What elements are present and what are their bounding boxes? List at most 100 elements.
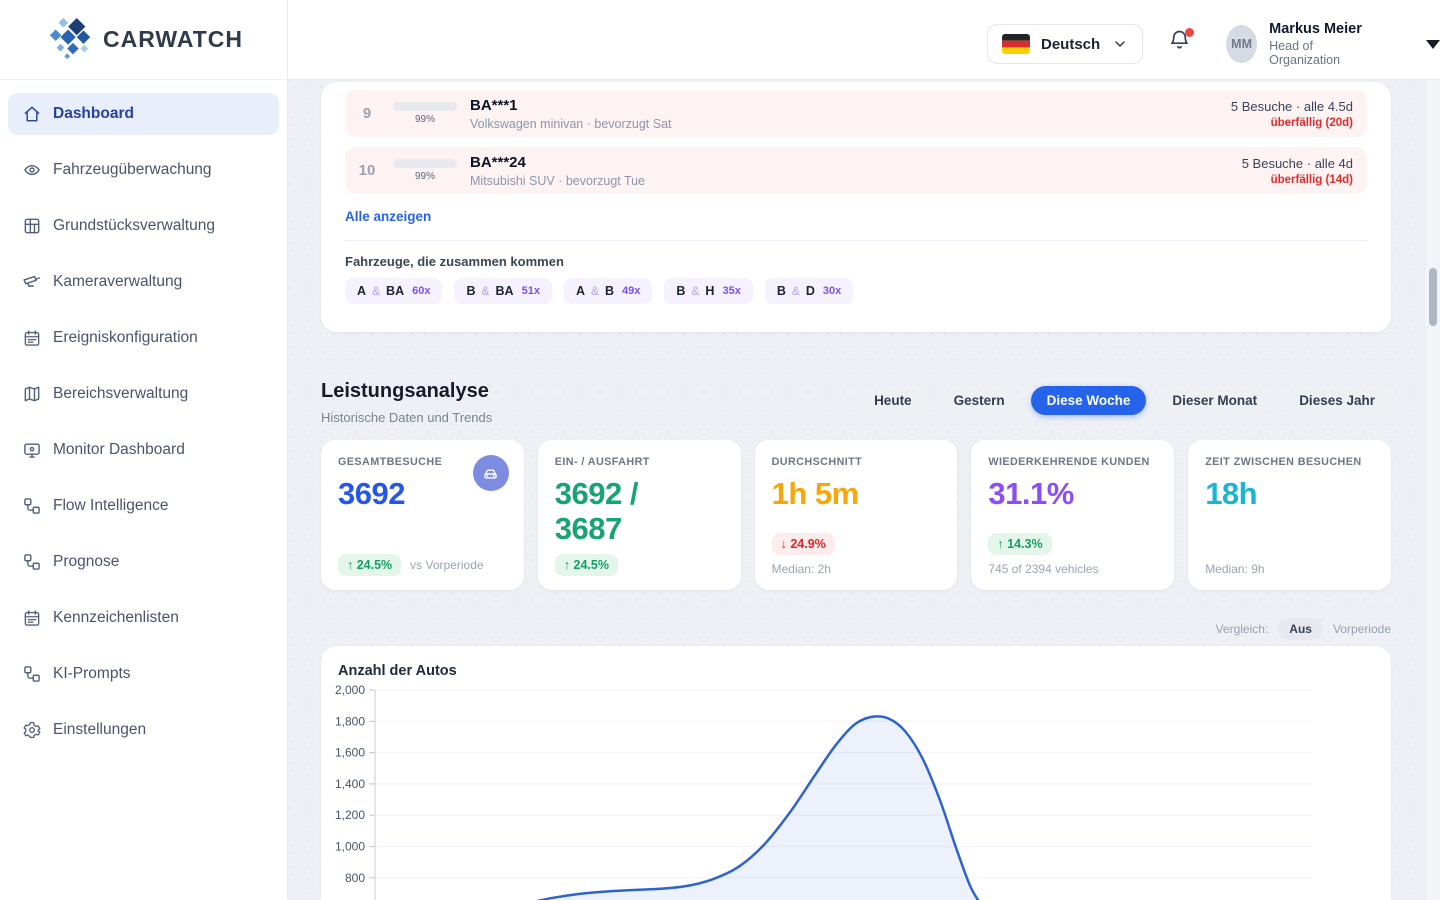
svg-text:1,600: 1,600 <box>335 746 365 760</box>
visit-frequency: 5 Besuche · alle 4d <box>1242 156 1353 171</box>
pair-left: B <box>466 284 475 298</box>
pair-count: 35x <box>722 285 740 297</box>
eye-icon <box>22 160 42 180</box>
tab-heute[interactable]: Heute <box>858 386 928 415</box>
sidebar-nav: Dashboard Fahrzeugüberwachung Grundstück… <box>0 80 287 751</box>
ampersand: & <box>372 284 380 298</box>
brand-logo: CARWATCH <box>0 0 287 80</box>
ampersand: & <box>591 284 599 298</box>
notifications-button[interactable] <box>1168 29 1194 55</box>
compare-label: Vergleich: <box>1216 622 1269 636</box>
user-name: Markus Meier <box>1269 21 1366 37</box>
kpi-footnote: Median: 9h <box>1205 562 1374 576</box>
sidebar-item-bereichsverwaltung[interactable]: Bereichsverwaltung <box>8 373 279 415</box>
sidebar-item-ereigniskonfiguration[interactable]: Ereigniskonfiguration <box>8 317 279 359</box>
sidebar-item-grundst-cksverwaltung[interactable]: Grundstücksverwaltung <box>8 205 279 247</box>
user-menu[interactable]: MM Markus Meier Head of Organization <box>1226 21 1440 67</box>
svg-text:1,000: 1,000 <box>335 840 365 854</box>
visit-frequency: 5 Besuche · alle 4.5d <box>1231 99 1353 114</box>
vehicle-pair-chip[interactable]: B & BA 51x <box>454 278 551 304</box>
vehicle-pair-chip[interactable]: B & D 30x <box>765 278 853 304</box>
kpi-delta: ↑ 14.3% <box>988 533 1051 555</box>
confidence-bar <box>393 102 457 111</box>
monitor-icon <box>22 440 42 460</box>
cctv-icon <box>22 272 42 292</box>
chart-title: Anzahl der Autos <box>338 663 1374 679</box>
sidebar-item-label: Prognose <box>53 553 119 571</box>
sidebar-item-label: Einstellungen <box>53 721 146 739</box>
home-icon <box>22 104 42 124</box>
kpi-value: 1h 5m <box>772 477 941 512</box>
sidebar-item-prognose[interactable]: Prognose <box>8 541 279 583</box>
sidebar-item-kennzeichenlisten[interactable]: Kennzeichenlisten <box>8 597 279 639</box>
pair-count: 60x <box>412 285 430 297</box>
sidebar-item-fahrzeug-berwachung[interactable]: Fahrzeugüberwachung <box>8 149 279 191</box>
page-title: Leistungsanalyse <box>321 380 492 403</box>
sidebar-item-label: Grundstücksverwaltung <box>53 217 215 235</box>
kpi-label: DURCHSCHNITT <box>772 456 941 468</box>
carwatch-logo-icon <box>48 17 94 63</box>
kpi-value: 3692 / 3687 <box>555 477 703 546</box>
tab-dieser-monat[interactable]: Dieser Monat <box>1156 386 1273 415</box>
svg-text:2,000: 2,000 <box>335 683 365 697</box>
compare-toggle[interactable]: Aus <box>1278 618 1323 640</box>
sidebar-item-kameraverwaltung[interactable]: Kameraverwaltung <box>8 261 279 303</box>
sidebar-item-label: Bereichsverwaltung <box>53 385 188 403</box>
vehicle-row[interactable]: 9 99% BA***1 Volkswagen minivan · bevorz… <box>345 90 1367 137</box>
svg-text:1,400: 1,400 <box>335 777 365 791</box>
brand-name: CARWATCH <box>103 26 243 53</box>
row-rank: 10 <box>353 162 381 179</box>
sidebar-item-dashboard[interactable]: Dashboard <box>8 93 279 135</box>
sidebar-item-flow-intelligence[interactable]: Flow Intelligence <box>8 485 279 527</box>
vehicle-row[interactable]: 10 99% BA***24 Mitsubishi SUV · bevorzug… <box>345 147 1367 194</box>
visitors-chart-card: Anzahl der Autos 2,0001,8001,6001,4001,2… <box>321 646 1391 900</box>
sidebar-item-label: Fahrzeugüberwachung <box>53 161 212 179</box>
row-rank: 9 <box>353 105 381 122</box>
vehicle-pairs: A & BA 60x B & BA 51x A & B 49x B & H 35… <box>345 278 1367 304</box>
kpi-label: EIN- / AUSFAHRT <box>555 456 724 468</box>
confidence-bar <box>393 159 457 168</box>
main-content: 9 99% BA***1 Volkswagen minivan · bevorz… <box>288 80 1424 900</box>
pair-right: BA <box>386 284 404 298</box>
vertical-scrollbar <box>1424 80 1440 900</box>
tab-dieses-jahr[interactable]: Dieses Jahr <box>1283 386 1391 415</box>
analysis-header: Leistungsanalyse Historische Daten und T… <box>321 380 492 425</box>
top-header: Deutsch MM Markus Meier Head of Organiza… <box>288 0 1440 80</box>
tab-gestern[interactable]: Gestern <box>938 386 1021 415</box>
together-title: Fahrzeuge, die zusammen kommen <box>345 254 1367 269</box>
compare-option: Vorperiode <box>1333 622 1391 636</box>
language-label: Deutsch <box>1041 36 1100 53</box>
sidebar: CARWATCH Dashboard Fahrzeugüberwachung G… <box>0 0 288 900</box>
sidebar-item-ki-prompts[interactable]: KI-Prompts <box>8 653 279 695</box>
scrollbar-thumb[interactable] <box>1429 268 1437 326</box>
flow-icon <box>22 552 42 572</box>
language-selector[interactable]: Deutsch <box>987 24 1143 64</box>
tab-diese-woche[interactable]: Diese Woche <box>1031 386 1147 415</box>
sidebar-item-label: Kennzeichenlisten <box>53 609 179 627</box>
gear-icon <box>22 720 42 740</box>
pair-left: B <box>676 284 685 298</box>
sidebar-item-monitor-dashboard[interactable]: Monitor Dashboard <box>8 429 279 471</box>
svg-text:1,800: 1,800 <box>335 714 365 728</box>
vehicle-description: Mitsubishi SUV · bevorzugt Tue <box>470 174 645 188</box>
top-visitors-panel: 9 99% BA***1 Volkswagen minivan · bevorz… <box>321 82 1391 332</box>
chevron-down-icon <box>1112 36 1128 52</box>
sidebar-item-label: Dashboard <box>53 105 134 123</box>
kpi-delta: ↑ 24.5% <box>338 554 401 576</box>
kpi-label: ZEIT ZWISCHEN BESUCHEN <box>1205 456 1374 468</box>
vehicle-description: Volkswagen minivan · bevorzugt Sat <box>470 117 672 131</box>
sidebar-item-label: Monitor Dashboard <box>53 441 185 459</box>
vehicle-pair-chip[interactable]: A & B 49x <box>564 278 652 304</box>
calendar-icon <box>22 328 42 348</box>
visitors-area-chart: 2,0001,8001,6001,4001,2001,000800 <box>338 682 1328 900</box>
compare-row: Vergleich: Aus Vorperiode <box>1216 618 1391 640</box>
vehicle-pair-chip[interactable]: A & BA 60x <box>345 278 442 304</box>
overdue-badge: überfällig (20d) <box>1231 117 1353 129</box>
sidebar-item-einstellungen[interactable]: Einstellungen <box>8 709 279 751</box>
kpi-value: 31.1% <box>988 477 1157 512</box>
vehicle-pair-chip[interactable]: B & H 35x <box>664 278 752 304</box>
show-all-link[interactable]: Alle anzeigen <box>345 209 431 224</box>
pair-count: 49x <box>622 285 640 297</box>
pair-left: A <box>576 284 585 298</box>
visitor-rows: 9 99% BA***1 Volkswagen minivan · bevorz… <box>345 90 1367 194</box>
